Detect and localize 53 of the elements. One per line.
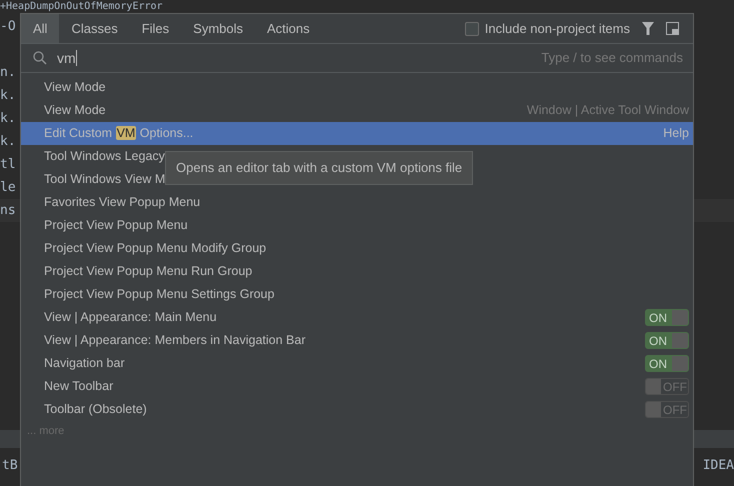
result-label: View | Appearance: Members in Navigation Bar bbox=[44, 332, 306, 350]
code-text: k. bbox=[0, 86, 16, 105]
tab[interactable]: Classes bbox=[59, 14, 130, 43]
toggle-switch[interactable]: ON bbox=[645, 355, 689, 372]
result-row[interactable]: View | Appearance: Main Menu ON bbox=[21, 306, 693, 329]
code-text: IDEA bbox=[702, 457, 734, 475]
location-text: Help bbox=[663, 125, 689, 142]
result-label: Project View Popup Menu Modify Group bbox=[44, 240, 266, 258]
toggle-switch[interactable]: ON bbox=[645, 309, 689, 326]
tab[interactable]: Actions bbox=[255, 14, 322, 43]
result-row[interactable]: Navigation bar ON bbox=[21, 352, 693, 375]
code-text: k. bbox=[0, 110, 16, 128]
result-label: Favorites View Popup Menu bbox=[44, 194, 200, 212]
code-text: tB bbox=[1, 457, 18, 475]
result-row[interactable]: Project View Popup Menu Settings Group bbox=[21, 283, 693, 306]
result-row[interactable]: View Mode Window | Active Tool Window bbox=[21, 99, 693, 122]
hint-text: Type / to see commands bbox=[541, 49, 683, 68]
code-text: +HeapDumpOnOutOfMemoryError bbox=[0, 0, 163, 14]
result-label: Project View Popup Menu bbox=[44, 217, 188, 234]
result-row[interactable]: Project View Popup Menu bbox=[21, 214, 693, 237]
code-text: n. bbox=[0, 64, 16, 82]
result-label: View Mode bbox=[44, 102, 106, 120]
result-row[interactable]: View Mode bbox=[21, 76, 693, 99]
location-text: Window | Active Tool Window bbox=[526, 102, 689, 120]
tooltip: Opens an editor tab with a custom VM options file bbox=[165, 151, 474, 185]
result-label: Toolbar (Obsolete) bbox=[44, 401, 147, 418]
checkbox[interactable] bbox=[464, 22, 479, 36]
result-label: Project View Popup Menu Run Group bbox=[44, 263, 252, 280]
result-label: Edit Custom VM Options... bbox=[44, 125, 194, 142]
tab[interactable]: Symbols bbox=[181, 14, 256, 43]
result-row[interactable]: Edit Custom VM Options... Help bbox=[21, 122, 693, 145]
result-label: Project View Popup Menu Settings Group bbox=[44, 286, 274, 304]
checkbox-label[interactable]: Include non-project items bbox=[484, 18, 630, 38]
code-text: tl bbox=[0, 156, 16, 174]
preview-icon[interactable] bbox=[666, 22, 679, 35]
filter-icon[interactable] bbox=[642, 22, 654, 35]
result-label: New Toolbar bbox=[44, 378, 114, 396]
search-field[interactable]: vm bbox=[57, 47, 542, 69]
search-icon bbox=[33, 51, 47, 65]
result-row[interactable]: Project View Popup Menu Modify Group bbox=[21, 237, 693, 260]
code-text: k. bbox=[0, 132, 16, 151]
code-text: ns bbox=[0, 202, 16, 220]
code-text: le bbox=[0, 178, 16, 197]
result-row[interactable]: View | Appearance: Members in Navigation Bar ON bbox=[21, 329, 693, 352]
result-row[interactable]: Favorites View Popup Menu bbox=[21, 191, 693, 214]
tab[interactable]: All bbox=[21, 14, 60, 43]
toggle-switch[interactable]: ON bbox=[645, 332, 689, 349]
result-row[interactable]: Project View Popup Menu Run Group bbox=[21, 260, 693, 283]
code-text: -O bbox=[0, 18, 16, 36]
tab[interactable]: Files bbox=[130, 14, 182, 43]
result-label: View | Appearance: Main Menu bbox=[44, 309, 217, 326]
result-label: Navigation bar bbox=[44, 355, 125, 372]
result-label: View Mode bbox=[44, 79, 106, 96]
